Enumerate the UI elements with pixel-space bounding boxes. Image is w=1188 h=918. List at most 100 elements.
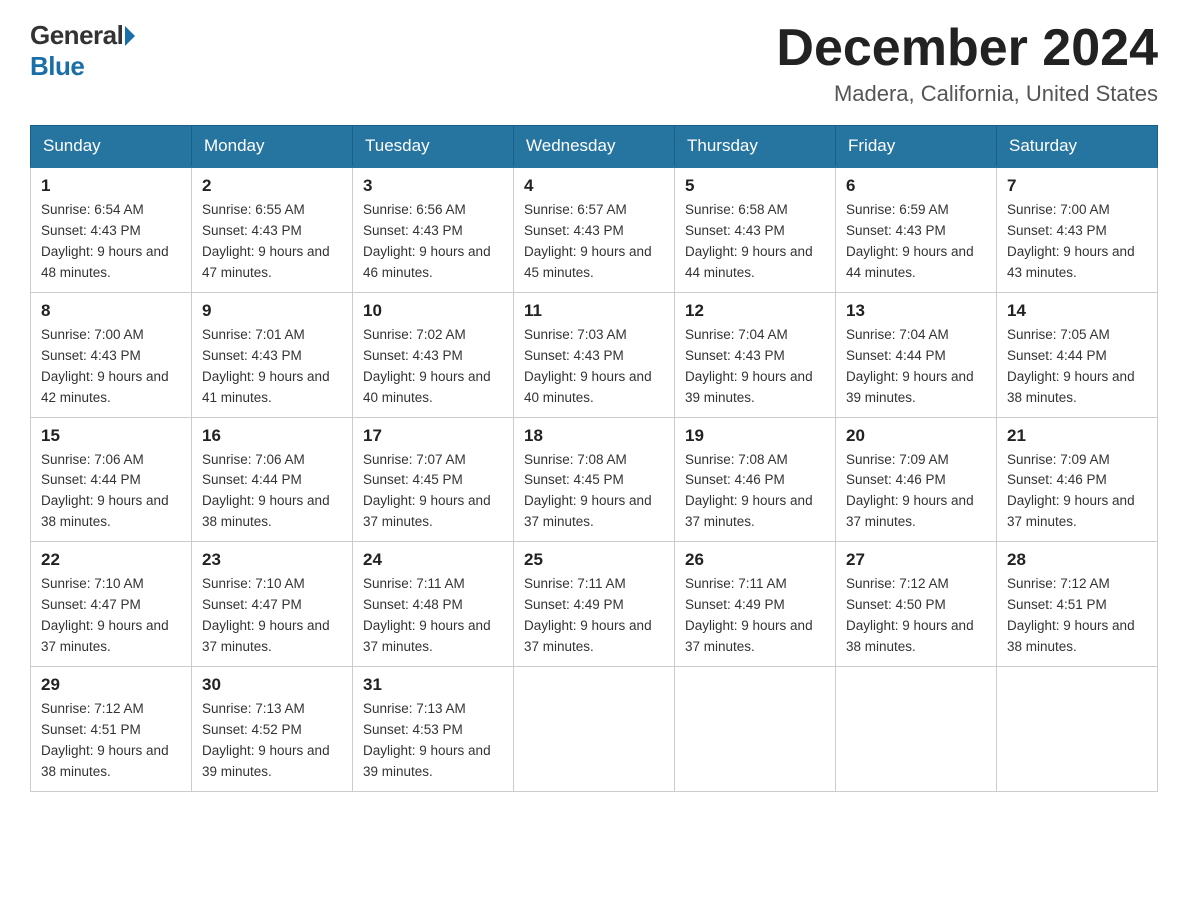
day-info: Sunrise: 7:06 AMSunset: 4:44 PMDaylight:… bbox=[202, 450, 342, 534]
calendar-header: SundayMondayTuesdayWednesdayThursdayFrid… bbox=[31, 126, 1158, 168]
day-number: 8 bbox=[41, 301, 181, 321]
day-info: Sunrise: 6:58 AMSunset: 4:43 PMDaylight:… bbox=[685, 200, 825, 284]
calendar-week-1: 1Sunrise: 6:54 AMSunset: 4:43 PMDaylight… bbox=[31, 167, 1158, 292]
calendar-week-4: 22 Sunrise: 7:10 AMSunset: 4:47 PMDayligh… bbox=[31, 542, 1158, 667]
day-number: 5 bbox=[685, 176, 825, 196]
logo: General Blue bbox=[30, 20, 135, 82]
calendar-day-cell: 31 Sunrise: 7:13 AMSunset: 4:53 PMDayligh… bbox=[353, 666, 514, 791]
day-info: Sunrise: 7:03 AMSunset: 4:43 PMDaylight:… bbox=[524, 325, 664, 409]
day-info: Sunrise: 6:59 AMSunset: 4:43 PMDaylight:… bbox=[846, 200, 986, 284]
calendar-day-cell: 23 Sunrise: 7:10 AMSunset: 4:47 PMDayligh… bbox=[192, 542, 353, 667]
day-number: 9 bbox=[202, 301, 342, 321]
calendar-day-cell: 27Sunrise: 7:12 AMSunset: 4:50 PMDayligh… bbox=[836, 542, 997, 667]
day-number: 17 bbox=[363, 426, 503, 446]
calendar-body: 1Sunrise: 6:54 AMSunset: 4:43 PMDaylight… bbox=[31, 167, 1158, 791]
day-number: 28 bbox=[1007, 550, 1147, 570]
day-info: Sunrise: 7:13 AMSunset: 4:52 PMDaylight:… bbox=[202, 699, 342, 783]
calendar-day-cell: 2Sunrise: 6:55 AMSunset: 4:43 PMDaylight… bbox=[192, 167, 353, 292]
column-header-friday: Friday bbox=[836, 126, 997, 168]
day-number: 15 bbox=[41, 426, 181, 446]
calendar-day-cell bbox=[836, 666, 997, 791]
day-info: Sunrise: 7:04 AMSunset: 4:43 PMDaylight:… bbox=[685, 325, 825, 409]
calendar-table: SundayMondayTuesdayWednesdayThursdayFrid… bbox=[30, 125, 1158, 791]
calendar-day-cell: 16Sunrise: 7:06 AMSunset: 4:44 PMDayligh… bbox=[192, 417, 353, 542]
calendar-week-3: 15 Sunrise: 7:06 AMSunset: 4:44 PMDayligh… bbox=[31, 417, 1158, 542]
day-number: 29 bbox=[41, 675, 181, 695]
calendar-day-cell: 11 Sunrise: 7:03 AMSunset: 4:43 PMDayligh… bbox=[514, 292, 675, 417]
calendar-day-cell: 13Sunrise: 7:04 AMSunset: 4:44 PMDayligh… bbox=[836, 292, 997, 417]
column-header-saturday: Saturday bbox=[997, 126, 1158, 168]
day-info: Sunrise: 7:10 AMSunset: 4:47 PMDaylight:… bbox=[202, 574, 342, 658]
calendar-day-cell: 28Sunrise: 7:12 AMSunset: 4:51 PMDayligh… bbox=[997, 542, 1158, 667]
day-info: Sunrise: 7:02 AMSunset: 4:43 PMDaylight:… bbox=[363, 325, 503, 409]
day-info: Sunrise: 7:08 AMSunset: 4:46 PMDaylight:… bbox=[685, 450, 825, 534]
day-number: 11 bbox=[524, 301, 664, 321]
column-header-tuesday: Tuesday bbox=[353, 126, 514, 168]
day-info: Sunrise: 7:11 AMSunset: 4:48 PMDaylight:… bbox=[363, 574, 503, 658]
day-number: 20 bbox=[846, 426, 986, 446]
calendar-day-cell: 7 Sunrise: 7:00 AMSunset: 4:43 PMDaylight… bbox=[997, 167, 1158, 292]
day-number: 21 bbox=[1007, 426, 1147, 446]
day-number: 19 bbox=[685, 426, 825, 446]
day-number: 24 bbox=[363, 550, 503, 570]
calendar-day-cell: 1Sunrise: 6:54 AMSunset: 4:43 PMDaylight… bbox=[31, 167, 192, 292]
day-info: Sunrise: 7:09 AMSunset: 4:46 PMDaylight:… bbox=[846, 450, 986, 534]
calendar-day-cell: 14Sunrise: 7:05 AMSunset: 4:44 PMDayligh… bbox=[997, 292, 1158, 417]
day-number: 4 bbox=[524, 176, 664, 196]
day-info: Sunrise: 6:55 AMSunset: 4:43 PMDaylight:… bbox=[202, 200, 342, 284]
day-number: 26 bbox=[685, 550, 825, 570]
day-number: 12 bbox=[685, 301, 825, 321]
calendar-day-cell: 17 Sunrise: 7:07 AMSunset: 4:45 PMDayligh… bbox=[353, 417, 514, 542]
day-number: 6 bbox=[846, 176, 986, 196]
day-info: Sunrise: 7:05 AMSunset: 4:44 PMDaylight:… bbox=[1007, 325, 1147, 409]
location: Madera, California, United States bbox=[776, 81, 1158, 107]
month-title: December 2024 bbox=[776, 20, 1158, 77]
day-info: Sunrise: 7:12 AMSunset: 4:51 PMDaylight:… bbox=[41, 699, 181, 783]
column-header-sunday: Sunday bbox=[31, 126, 192, 168]
calendar-day-cell bbox=[675, 666, 836, 791]
day-number: 25 bbox=[524, 550, 664, 570]
day-info: Sunrise: 7:07 AMSunset: 4:45 PMDaylight:… bbox=[363, 450, 503, 534]
day-info: Sunrise: 7:13 AMSunset: 4:53 PMDaylight:… bbox=[363, 699, 503, 783]
calendar-day-cell: 8 Sunrise: 7:00 AMSunset: 4:43 PMDaylight… bbox=[31, 292, 192, 417]
calendar-day-cell: 9Sunrise: 7:01 AMSunset: 4:43 PMDaylight… bbox=[192, 292, 353, 417]
calendar-week-2: 8 Sunrise: 7:00 AMSunset: 4:43 PMDaylight… bbox=[31, 292, 1158, 417]
calendar-day-cell: 26Sunrise: 7:11 AMSunset: 4:49 PMDayligh… bbox=[675, 542, 836, 667]
day-number: 18 bbox=[524, 426, 664, 446]
calendar-day-cell: 29 Sunrise: 7:12 AMSunset: 4:51 PMDayligh… bbox=[31, 666, 192, 791]
logo-general-text: General bbox=[30, 20, 123, 51]
calendar-day-cell: 15 Sunrise: 7:06 AMSunset: 4:44 PMDayligh… bbox=[31, 417, 192, 542]
day-number: 10 bbox=[363, 301, 503, 321]
calendar-day-cell: 4Sunrise: 6:57 AMSunset: 4:43 PMDaylight… bbox=[514, 167, 675, 292]
day-info: Sunrise: 7:00 AMSunset: 4:43 PMDaylight:… bbox=[1007, 200, 1147, 284]
day-number: 31 bbox=[363, 675, 503, 695]
day-info: Sunrise: 7:10 AMSunset: 4:47 PMDaylight:… bbox=[41, 574, 181, 658]
calendar-day-cell: 19 Sunrise: 7:08 AMSunset: 4:46 PMDayligh… bbox=[675, 417, 836, 542]
calendar-day-cell: 6 Sunrise: 6:59 AMSunset: 4:43 PMDaylight… bbox=[836, 167, 997, 292]
logo-arrow-icon bbox=[125, 26, 135, 46]
calendar-day-cell: 5 Sunrise: 6:58 AMSunset: 4:43 PMDaylight… bbox=[675, 167, 836, 292]
day-number: 22 bbox=[41, 550, 181, 570]
day-number: 23 bbox=[202, 550, 342, 570]
day-number: 7 bbox=[1007, 176, 1147, 196]
day-number: 13 bbox=[846, 301, 986, 321]
day-number: 1 bbox=[41, 176, 181, 196]
calendar-day-cell: 30 Sunrise: 7:13 AMSunset: 4:52 PMDayligh… bbox=[192, 666, 353, 791]
day-info: Sunrise: 6:56 AMSunset: 4:43 PMDaylight:… bbox=[363, 200, 503, 284]
day-number: 30 bbox=[202, 675, 342, 695]
calendar-day-cell: 10 Sunrise: 7:02 AMSunset: 4:43 PMDayligh… bbox=[353, 292, 514, 417]
calendar-day-cell: 24 Sunrise: 7:11 AMSunset: 4:48 PMDayligh… bbox=[353, 542, 514, 667]
column-header-monday: Monday bbox=[192, 126, 353, 168]
calendar-week-5: 29 Sunrise: 7:12 AMSunset: 4:51 PMDayligh… bbox=[31, 666, 1158, 791]
calendar-day-cell: 3 Sunrise: 6:56 AMSunset: 4:43 PMDaylight… bbox=[353, 167, 514, 292]
day-info: Sunrise: 7:11 AMSunset: 4:49 PMDaylight:… bbox=[524, 574, 664, 658]
calendar-day-cell: 20 Sunrise: 7:09 AMSunset: 4:46 PMDayligh… bbox=[836, 417, 997, 542]
day-number: 27 bbox=[846, 550, 986, 570]
day-info: Sunrise: 7:08 AMSunset: 4:45 PMDaylight:… bbox=[524, 450, 664, 534]
calendar-day-cell: 25 Sunrise: 7:11 AMSunset: 4:49 PMDayligh… bbox=[514, 542, 675, 667]
day-info: Sunrise: 7:06 AMSunset: 4:44 PMDaylight:… bbox=[41, 450, 181, 534]
calendar-day-cell: 18 Sunrise: 7:08 AMSunset: 4:45 PMDayligh… bbox=[514, 417, 675, 542]
day-info: Sunrise: 7:00 AMSunset: 4:43 PMDaylight:… bbox=[41, 325, 181, 409]
logo-blue-text: Blue bbox=[30, 51, 84, 82]
day-number: 3 bbox=[363, 176, 503, 196]
